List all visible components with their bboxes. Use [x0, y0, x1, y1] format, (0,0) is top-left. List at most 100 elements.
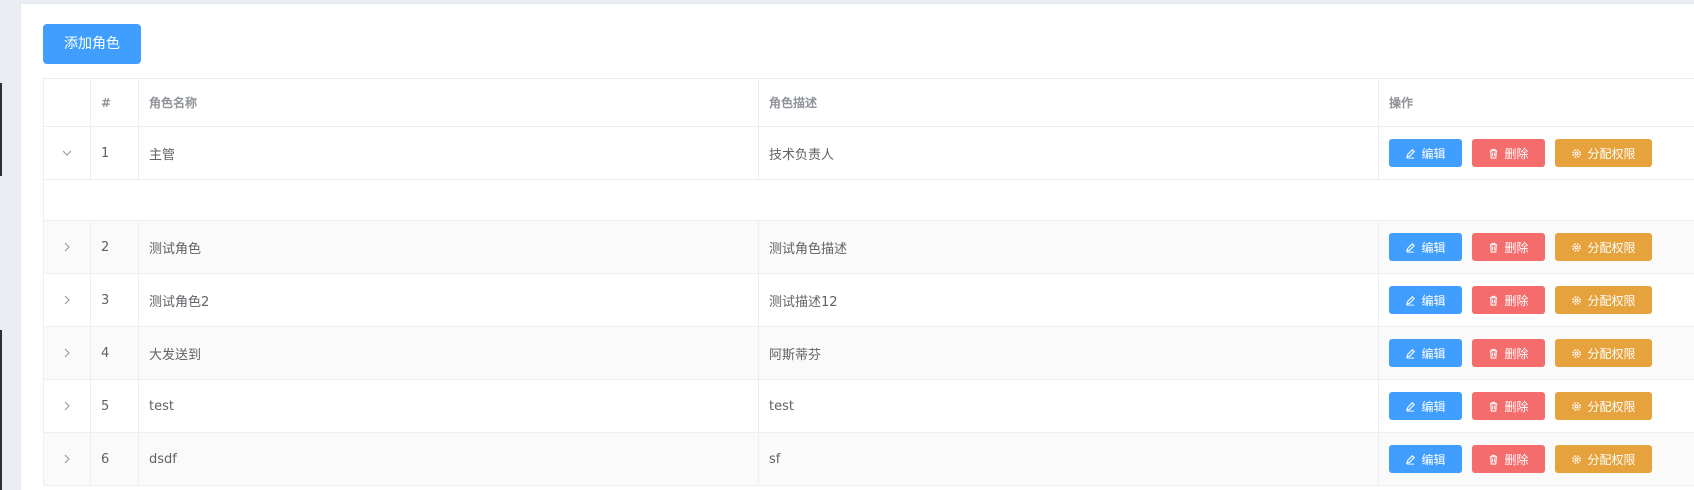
- assign-permission-label: 分配权限: [1587, 240, 1636, 255]
- assign-permission-button[interactable]: 分配权限: [1555, 339, 1652, 367]
- edit-label: 编辑: [1421, 146, 1446, 161]
- expand-toggle[interactable]: [44, 274, 91, 326]
- edit-button[interactable]: 编辑: [1389, 339, 1462, 367]
- header-index: #: [91, 79, 139, 126]
- table-row: 6 dsdf sf 编辑 删除 分配权限: [44, 433, 1694, 486]
- delete-label: 删除: [1504, 452, 1529, 467]
- header-expand-cell: [44, 79, 91, 126]
- table-row: 5 test test 编辑 删除 分配权限: [44, 380, 1694, 433]
- assign-permission-button[interactable]: 分配权限: [1555, 445, 1652, 473]
- row-actions: 编辑 删除 分配权限: [1379, 380, 1694, 432]
- role-desc: test: [759, 380, 1379, 432]
- delete-button[interactable]: 删除: [1472, 286, 1545, 314]
- assign-permission-label: 分配权限: [1587, 346, 1636, 361]
- edit-button[interactable]: 编辑: [1389, 445, 1462, 473]
- gear-icon: [1572, 401, 1582, 411]
- table-row: 2 测试角色 测试角色描述 编辑 删除 分配权限: [44, 221, 1694, 274]
- add-role-button[interactable]: 添加角色: [43, 24, 141, 64]
- row-index: 4: [91, 327, 139, 379]
- chevron-right-icon: [64, 454, 70, 464]
- expanded-row-content: [44, 180, 1694, 221]
- row-actions: 编辑 删除 分配权限: [1379, 327, 1694, 379]
- row-index: 2: [91, 221, 139, 273]
- trash-icon: [1490, 454, 1498, 465]
- edit-button[interactable]: 编辑: [1389, 286, 1462, 314]
- delete-label: 删除: [1504, 399, 1529, 414]
- edit-icon: [1406, 242, 1416, 253]
- roles-card: 添加角色 # 角色名称 角色描述 操作 1 主管 技术负责人 编辑 删除 分配权限 2 测试角…: [20, 3, 1694, 490]
- row-index: 6: [91, 433, 139, 485]
- chevron-down-icon: [62, 150, 72, 156]
- expand-toggle[interactable]: [44, 380, 91, 432]
- delete-button[interactable]: 删除: [1472, 233, 1545, 261]
- role-desc: sf: [759, 433, 1379, 485]
- role-desc: 测试角色描述: [759, 221, 1379, 273]
- sidebar-edge-marker: [0, 330, 2, 490]
- table-header-row: # 角色名称 角色描述 操作: [44, 79, 1694, 127]
- expand-toggle[interactable]: [44, 327, 91, 379]
- edit-icon: [1406, 454, 1416, 465]
- header-role-desc: 角色描述: [759, 79, 1379, 126]
- edit-icon: [1406, 148, 1416, 159]
- delete-label: 删除: [1504, 346, 1529, 361]
- trash-icon: [1490, 401, 1498, 412]
- chevron-right-icon: [64, 348, 70, 358]
- gear-icon: [1572, 148, 1582, 158]
- gear-icon: [1572, 348, 1582, 358]
- delete-button[interactable]: 删除: [1472, 392, 1545, 420]
- table-row: 1 主管 技术负责人 编辑 删除 分配权限: [44, 127, 1694, 180]
- trash-icon: [1490, 242, 1498, 253]
- assign-permission-button[interactable]: 分配权限: [1555, 392, 1652, 420]
- gear-icon: [1572, 295, 1582, 305]
- edit-label: 编辑: [1421, 240, 1446, 255]
- delete-label: 删除: [1504, 293, 1529, 308]
- role-name: 测试角色2: [139, 274, 759, 326]
- trash-icon: [1490, 148, 1498, 159]
- delete-button[interactable]: 删除: [1472, 445, 1545, 473]
- edit-label: 编辑: [1421, 346, 1446, 361]
- expand-toggle[interactable]: [44, 221, 91, 273]
- row-actions: 编辑 删除 分配权限: [1379, 221, 1694, 273]
- table-row: 3 测试角色2 测试描述12 编辑 删除 分配权限: [44, 274, 1694, 327]
- role-name: 大发送到: [139, 327, 759, 379]
- trash-icon: [1490, 295, 1498, 306]
- header-role-name: 角色名称: [139, 79, 759, 126]
- assign-permission-label: 分配权限: [1587, 399, 1636, 414]
- role-desc: 阿斯蒂芬: [759, 327, 1379, 379]
- assign-permission-button[interactable]: 分配权限: [1555, 286, 1652, 314]
- edit-label: 编辑: [1421, 399, 1446, 414]
- left-panel-edge: [0, 0, 20, 490]
- delete-label: 删除: [1504, 146, 1529, 161]
- assign-permission-label: 分配权限: [1587, 146, 1636, 161]
- edit-icon: [1406, 295, 1416, 306]
- chevron-right-icon: [64, 401, 70, 411]
- header-operations: 操作: [1389, 96, 1414, 110]
- row-actions: 编辑 删除 分配权限: [1379, 274, 1694, 326]
- role-name: test: [139, 380, 759, 432]
- role-desc: 技术负责人: [759, 127, 1379, 179]
- edit-button[interactable]: 编辑: [1389, 233, 1462, 261]
- gear-icon: [1572, 242, 1582, 252]
- chevron-right-icon: [64, 295, 70, 305]
- assign-permission-button[interactable]: 分配权限: [1555, 139, 1652, 167]
- row-index: 5: [91, 380, 139, 432]
- table-row: 4 大发送到 阿斯蒂芬 编辑 删除 分配权限: [44, 327, 1694, 380]
- edit-label: 编辑: [1421, 293, 1446, 308]
- assign-permission-button[interactable]: 分配权限: [1555, 233, 1652, 261]
- assign-permission-label: 分配权限: [1587, 293, 1636, 308]
- expand-toggle[interactable]: [44, 433, 91, 485]
- delete-button[interactable]: 删除: [1472, 339, 1545, 367]
- assign-permission-label: 分配权限: [1587, 452, 1636, 467]
- row-actions: 编辑 删除 分配权限: [1379, 127, 1694, 179]
- role-name: 测试角色: [139, 221, 759, 273]
- edit-icon: [1406, 401, 1416, 412]
- delete-label: 删除: [1504, 240, 1529, 255]
- edit-button[interactable]: 编辑: [1389, 139, 1462, 167]
- trash-icon: [1490, 348, 1498, 359]
- expand-toggle[interactable]: [44, 127, 91, 179]
- edit-label: 编辑: [1421, 452, 1446, 467]
- delete-button[interactable]: 删除: [1472, 139, 1545, 167]
- role-name: 主管: [139, 127, 759, 179]
- sidebar-edge-marker: [0, 83, 2, 176]
- edit-button[interactable]: 编辑: [1389, 392, 1462, 420]
